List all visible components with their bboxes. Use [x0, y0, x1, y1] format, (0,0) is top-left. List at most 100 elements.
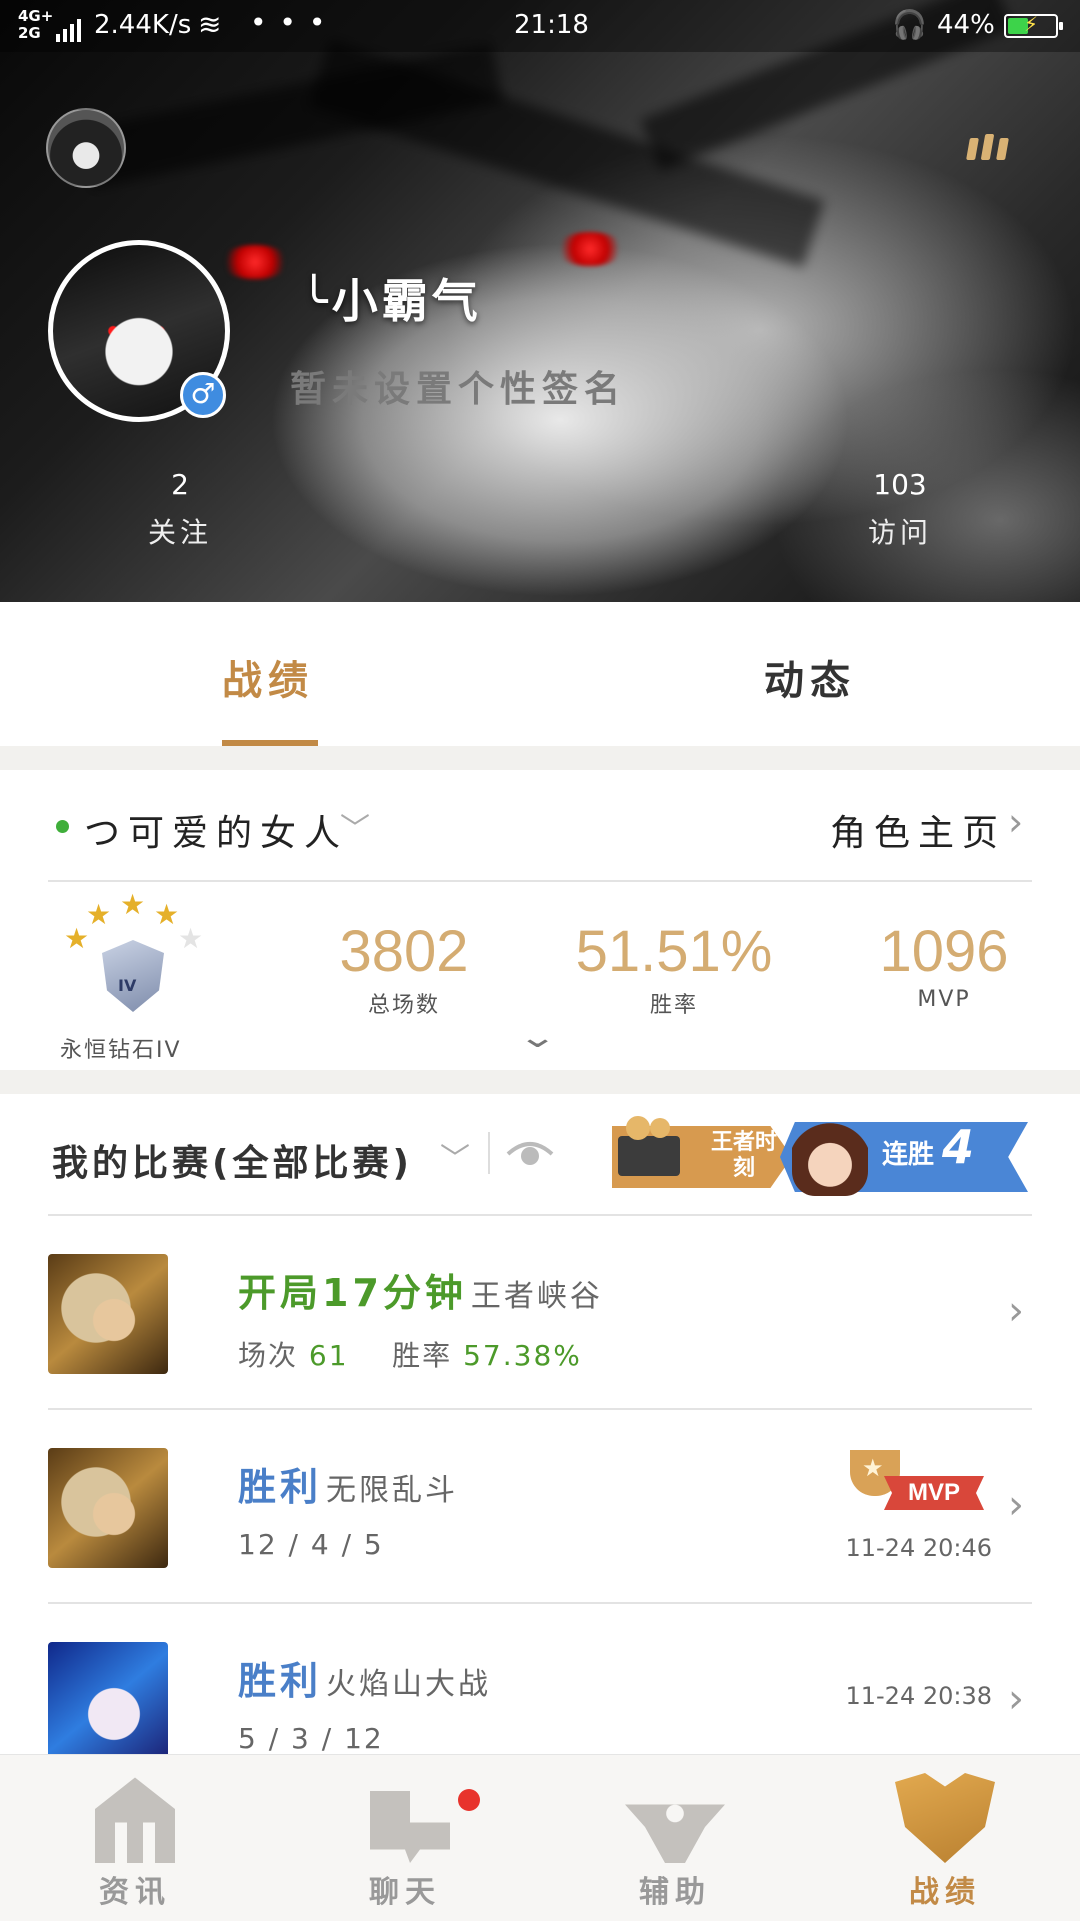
list-item[interactable]: 胜利 火焰山大战 5 / 3 / 12 11-24 20:38 ›: [48, 1604, 1032, 1754]
network-type: 4G+ 2G: [18, 7, 54, 42]
tab-record[interactable]: 战绩: [222, 648, 314, 706]
divider: [48, 880, 1032, 882]
match-title: 开局17分钟 王者峡谷: [238, 1262, 603, 1317]
stat-label: 总场数: [367, 993, 440, 1018]
online-dot: [56, 820, 69, 833]
expand-chevron-icon[interactable]: ⌄: [517, 1020, 557, 1055]
nickname: ╰小霸气: [300, 274, 482, 328]
king-moment-banner[interactable]: 王者时刻 连胜 4: [612, 1114, 1028, 1196]
network-speed: 2.44K/s: [94, 10, 192, 40]
bottom-nav: 资讯 聊天 辅助 战绩: [0, 1754, 1080, 1921]
tab-bar: 战绩 动态: [0, 602, 1080, 746]
background-art: [555, 232, 625, 266]
mvp-ribbon: MVP: [884, 1476, 984, 1510]
nav-label: 资讯: [99, 1875, 171, 1910]
hero-portrait: [48, 1642, 168, 1754]
role-card: つ可爱的女人 ﹀ 角色主页 › ★ ★ ★ ★ ★ IV 永恒钻石IV 3802…: [0, 770, 1080, 1070]
record-icon: [895, 1773, 995, 1863]
headphone-icon: 🎧: [892, 8, 927, 41]
battery-icon: ⚡: [1004, 12, 1063, 38]
hero-portrait: [48, 1254, 168, 1374]
rank-tier: IV: [118, 976, 137, 995]
rank-star-icon: ★: [120, 888, 146, 921]
signature[interactable]: 暂未设置个性签名: [290, 360, 626, 412]
rank-star-icon: ★: [86, 898, 112, 931]
male-icon: ♂: [180, 372, 226, 418]
match-title: 胜利 无限乱斗: [238, 1456, 458, 1511]
list-item[interactable]: 开局17分钟 王者峡谷 场次 61 胜率 57.38% ›: [48, 1216, 1032, 1408]
nav-news[interactable]: 资讯: [0, 1755, 270, 1921]
match-list: 我的比赛(全部比赛) ﹀ 王者时刻 连胜 4 开局17分钟 王者峡谷 场次 61 …: [0, 1094, 1080, 1754]
divider: [488, 1132, 490, 1174]
win-rate-stat: 51.51% 胜率: [564, 918, 784, 1019]
follow-count: 2: [171, 468, 189, 501]
profile-header: 4G+ 2G 2.44K/s ≋ • • • 21:18 🎧 44% ⚡ ♂ ╰小…: [0, 0, 1080, 602]
mvp-badge: MVP: [844, 1450, 984, 1516]
chevron-right-icon: ›: [1008, 1676, 1024, 1722]
role-selector[interactable]: つ可爱的女人: [84, 804, 348, 856]
chat-icon: [370, 1791, 450, 1863]
rank-emblem[interactable]: ★ ★ ★ ★ ★ IV: [62, 888, 204, 1028]
chevron-down-icon[interactable]: ﹀: [340, 804, 370, 848]
win-rate-label: 胜率: [392, 1339, 453, 1372]
character-avatar: [792, 1114, 868, 1196]
visit-stat[interactable]: 103 访问: [840, 468, 960, 551]
banner-left-text: 王者时刻: [710, 1130, 777, 1181]
charging-icon: ⚡: [1024, 12, 1039, 36]
signal-icon: [56, 12, 84, 42]
nav-assist[interactable]: 辅助: [540, 1755, 810, 1921]
stat-value: 3802: [339, 919, 469, 984]
visibility-eye-icon[interactable]: [506, 1134, 554, 1170]
win-streak-count: 4: [942, 1120, 975, 1174]
kda: 12 / 4 / 5: [238, 1528, 384, 1561]
nav-label: 辅助: [639, 1875, 711, 1910]
assist-icon: [625, 1804, 725, 1863]
match-result: 胜利: [238, 1659, 323, 1703]
kda: 5 / 3 / 12: [238, 1722, 384, 1754]
chevron-down-icon[interactable]: ﹀: [440, 1134, 470, 1178]
match-result: 胜利: [238, 1465, 323, 1509]
news-icon: [95, 1777, 175, 1863]
camera-icon: [618, 1116, 680, 1176]
match-time: 11-24 20:46: [845, 1534, 992, 1562]
tab-indicator: [222, 740, 318, 746]
small-avatar[interactable]: [46, 108, 126, 188]
nav-chat[interactable]: 聊天: [270, 1755, 540, 1921]
list-item[interactable]: 胜利无限乱斗 12 / 4 / 5 MVP 11-24 20:46 ›: [48, 1410, 1032, 1602]
chevron-right-icon: ›: [1008, 1288, 1024, 1334]
nav-label: 战绩: [909, 1875, 981, 1910]
background-art: [220, 245, 290, 279]
match-summary: 场次 61 胜率 57.38%: [238, 1334, 582, 1374]
more-notifications-icon: • • •: [250, 6, 328, 39]
match-mode: 火焰山大战: [326, 1667, 492, 1702]
games-label: 场次: [238, 1339, 299, 1372]
visit-label: 访问: [867, 516, 932, 549]
tab-feed[interactable]: 动态: [764, 648, 856, 706]
stat-value: 1096: [879, 919, 1009, 984]
wifi-icon: ≋: [198, 8, 222, 41]
menu-icon[interactable]: [966, 134, 1013, 164]
chevron-right-icon[interactable]: ›: [1008, 800, 1023, 844]
stat-label: MVP: [917, 987, 971, 1012]
stat-value: 51.51%: [575, 919, 773, 984]
follow-stat[interactable]: 2 关注: [120, 468, 240, 551]
match-mode: 王者峡谷: [470, 1279, 603, 1314]
match-mode: 无限乱斗: [326, 1473, 459, 1508]
match-result: 开局17分钟: [238, 1271, 467, 1315]
win-streak-label: 连胜: [882, 1140, 935, 1170]
role-home-link[interactable]: 角色主页: [830, 804, 1006, 856]
mvp-stat: 1096 MVP: [834, 918, 1054, 1012]
stat-label: 胜率: [649, 993, 698, 1018]
chevron-right-icon: ›: [1008, 1482, 1024, 1528]
rank-label: 永恒钻石IV: [60, 1038, 182, 1063]
visit-count: 103: [873, 468, 927, 501]
battery-percent: 44%: [937, 10, 995, 40]
unread-badge: [458, 1789, 480, 1811]
follow-label: 关注: [147, 516, 212, 549]
hero-portrait: [48, 1448, 168, 1568]
rank-star-empty-icon: ★: [178, 922, 204, 955]
nav-label: 聊天: [369, 1875, 441, 1910]
games-count: 61: [308, 1339, 349, 1372]
match-filter[interactable]: 我的比赛(全部比赛): [52, 1134, 413, 1186]
nav-record[interactable]: 战绩: [810, 1755, 1080, 1921]
